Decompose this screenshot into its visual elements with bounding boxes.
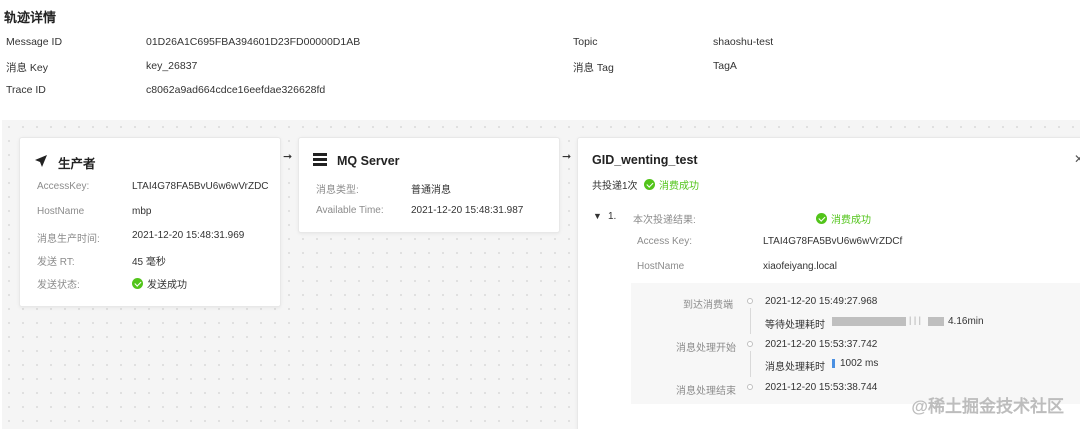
row-value: LTAI4G78FA5BvU6w6wVrZDCf xyxy=(763,236,903,247)
message-id-value[interactable]: 01D26A1C695FBA394601D23FD00000D1AB xyxy=(146,36,360,48)
proc-value: 1002 ms xyxy=(840,358,879,369)
info-section: Message ID 01D26A1C695FBA394601D23FD0000… xyxy=(0,0,1080,110)
timeline-label: 到达消费端 xyxy=(683,300,733,311)
timeline-time: 2021-12-20 15:53:37.742 xyxy=(765,339,878,350)
caret-down-icon[interactable]: ▼ xyxy=(593,211,602,221)
row-value: xiaofeiyang.local xyxy=(763,261,837,272)
server-card[interactable]: MQ Server 消息类型: 普通消息 Available Time: 202… xyxy=(298,137,560,233)
message-tag-value[interactable]: TagA xyxy=(713,60,737,72)
row-value: 2021-12-20 15:48:31.969 xyxy=(132,230,245,241)
row-label: 消息生产时间: xyxy=(37,234,100,245)
result-label: 本次投递结果: xyxy=(633,215,696,226)
watermark: @稀土掘金技术社区 xyxy=(911,397,1064,416)
row-value: 45 毫秒 xyxy=(132,257,166,268)
summary-status: 消费成功 xyxy=(644,177,699,192)
arrow-right-icon: ➞ xyxy=(283,151,293,163)
row-label: 发送状态: xyxy=(37,280,80,291)
send-icon xyxy=(34,154,48,171)
row-label: Access Key: xyxy=(637,236,693,247)
wait-value: 4.16min xyxy=(948,316,984,327)
result-status: 消费成功 xyxy=(816,211,871,226)
success-icon xyxy=(644,179,655,190)
row-label: 发送 RT: xyxy=(37,257,75,268)
message-key-label: 消息 Key xyxy=(6,62,49,74)
timeline-connector xyxy=(750,308,751,334)
topic-value[interactable]: shaoshu-test xyxy=(713,36,773,48)
send-status-text: 发送成功 xyxy=(147,280,187,291)
result-status-text: 消费成功 xyxy=(831,215,871,226)
delivery-index: 1. xyxy=(608,211,617,222)
row-value: 普通消息 xyxy=(411,185,451,196)
server-title: MQ Server xyxy=(337,154,400,168)
send-status: 发送成功 xyxy=(132,276,187,291)
message-key-value[interactable]: key_26837 xyxy=(146,60,197,72)
delivery-summary: 共投递1次 消费成功 xyxy=(592,177,699,192)
arrow-right-icon: ➞ xyxy=(562,151,572,163)
timeline-label: 消息处理开始 xyxy=(676,343,736,354)
wait-label: 等待处理耗时 xyxy=(765,320,825,331)
trace-id-label: Trace ID xyxy=(6,84,46,96)
producer-card[interactable]: 生产者 AccessKey: LTAI4G78FA5BvU6w6wVrZDC H… xyxy=(19,137,281,307)
producer-header: 生产者 xyxy=(34,153,96,172)
consumer-title: GID_wenting_test xyxy=(592,153,698,167)
topic-label: Topic xyxy=(573,36,598,48)
proc-label: 消息处理耗时 xyxy=(765,362,825,373)
timeline-time: 2021-12-20 15:49:27.968 xyxy=(765,296,878,307)
consumer-header: GID_wenting_test xyxy=(592,153,698,167)
close-icon[interactable]: ✕ xyxy=(1074,152,1080,166)
success-icon xyxy=(816,213,827,224)
wait-bar xyxy=(832,317,906,326)
server-header: MQ Server xyxy=(313,153,400,169)
row-label: HostName xyxy=(637,261,685,272)
delivery-count: 共投递1次 xyxy=(592,181,638,192)
summary-status-text: 消费成功 xyxy=(659,181,699,192)
producer-title: 生产者 xyxy=(58,157,96,171)
processing-timeline: 到达消费端 2021-12-20 15:49:27.968 等待处理耗时 | |… xyxy=(631,283,1080,404)
proc-bar xyxy=(832,359,835,368)
row-value: LTAI4G78FA5BvU6w6wVrZDC xyxy=(132,181,269,192)
row-label: HostName xyxy=(37,206,85,217)
row-value: mbp xyxy=(132,206,152,217)
timeline-dot xyxy=(747,341,753,347)
row-label: 消息类型: xyxy=(316,185,359,196)
success-icon xyxy=(132,278,143,289)
wait-bar-tail xyxy=(928,317,944,326)
timeline-time: 2021-12-20 15:53:38.744 xyxy=(765,382,878,393)
message-id-label: Message ID xyxy=(6,36,63,48)
timeline-dot xyxy=(747,384,753,390)
row-label: AccessKey: xyxy=(37,181,90,192)
timeline-connector xyxy=(750,351,751,377)
row-value: 2021-12-20 15:48:31.987 xyxy=(411,205,524,216)
timeline-dot xyxy=(747,298,753,304)
row-label: Available Time: xyxy=(316,205,384,216)
trace-id-value[interactable]: c8062a9ad664cdce16eefdae326628fd xyxy=(146,84,325,96)
timeline-label: 消息处理结束 xyxy=(676,386,736,397)
wait-bar-break: | | | xyxy=(909,315,922,325)
message-tag-label: 消息 Tag xyxy=(573,62,614,74)
server-icon xyxy=(313,153,327,169)
